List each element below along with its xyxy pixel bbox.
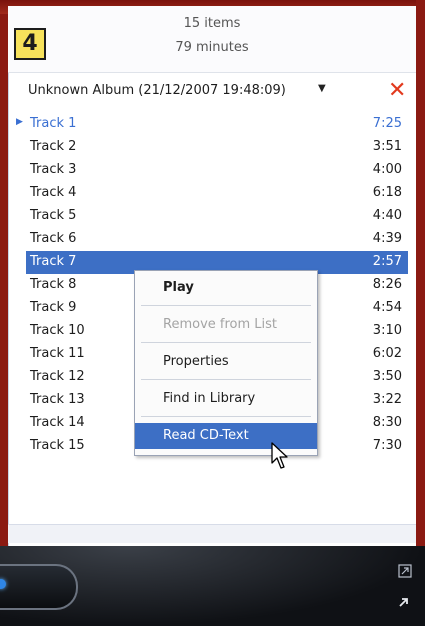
track-row[interactable]: Track 5 4:40 [26, 205, 408, 228]
menu-item-find-in-library[interactable]: Find in Library [135, 386, 317, 412]
track-name: Track 5 [30, 208, 77, 223]
track-name: Track 12 [30, 369, 85, 384]
track-duration: 7:25 [372, 116, 402, 131]
track-duration: 4:40 [372, 208, 402, 223]
track-row[interactable]: Track 4 6:18 [26, 182, 408, 205]
mouse-pointer-icon [271, 442, 288, 469]
track-duration: 3:22 [372, 392, 402, 407]
restore-window-icon[interactable] [398, 564, 414, 580]
track-duration: 3:10 [372, 323, 402, 338]
menu-item-label: Find in Library [163, 391, 256, 406]
track-name: Track 10 [30, 323, 85, 338]
panel-bottom-strip [8, 524, 416, 543]
step-number-badge: 4 [14, 28, 46, 60]
track-name: Track 7 [30, 254, 77, 269]
track-duration: 7:30 [372, 438, 402, 453]
track-duration: 3:50 [372, 369, 402, 384]
track-name: Track 8 [30, 277, 77, 292]
player-controls-bar [0, 546, 425, 626]
track-name: Track 1 [30, 116, 77, 131]
track-name: Track 11 [30, 346, 85, 361]
menu-item-label: Read CD-Text [163, 428, 249, 443]
context-menu: Play Remove from List Properties Find in Li… [134, 270, 318, 456]
playlist-header: 15 items 79 minutes [8, 6, 416, 73]
album-title-dropdown[interactable]: Unknown Album (21/12/2007 19:48:09) [28, 83, 286, 98]
total-minutes: 79 minutes [175, 40, 249, 55]
menu-item-remove-from-list: Remove from List [135, 312, 317, 338]
track-name: Track 6 [30, 231, 77, 246]
track-duration: 6:18 [372, 185, 402, 200]
track-row[interactable]: Track 2 3:51 [26, 136, 408, 159]
track-duration: 2:57 [372, 254, 402, 269]
clear-list-icon[interactable]: ✕ [388, 78, 406, 103]
menu-separator [141, 379, 311, 380]
track-duration: 8:26 [372, 277, 402, 292]
track-name: Track 3 [30, 162, 77, 177]
track-duration: 4:00 [372, 162, 402, 177]
menu-item-properties[interactable]: Properties [135, 349, 317, 375]
track-name: Track 9 [30, 300, 77, 315]
menu-item-label: Play [163, 280, 194, 295]
chevron-down-icon[interactable]: ▼ [318, 83, 326, 94]
track-duration: 6:02 [372, 346, 402, 361]
window-frame-right [416, 0, 425, 546]
playback-controls[interactable] [0, 564, 78, 610]
track-row[interactable]: ▶ Track 1 7:25 [16, 113, 408, 136]
menu-separator [141, 416, 311, 417]
track-name: Track 14 [30, 415, 85, 430]
track-row[interactable]: Track 3 4:00 [26, 159, 408, 182]
menu-item-label: Remove from List [163, 317, 277, 332]
track-name: Track 2 [30, 139, 77, 154]
track-name: Track 4 [30, 185, 77, 200]
switch-to-skin-icon[interactable] [398, 594, 414, 610]
track-row[interactable]: Track 6 4:39 [26, 228, 408, 251]
track-duration: 4:39 [372, 231, 402, 246]
menu-separator [141, 342, 311, 343]
items-count: 15 items [183, 16, 241, 31]
track-duration: 4:54 [372, 300, 402, 315]
track-name: Track 13 [30, 392, 85, 407]
now-playing-icon: ▶ [16, 117, 23, 127]
track-duration: 3:51 [372, 139, 402, 154]
track-name: Track 15 [30, 438, 85, 453]
track-duration: 8:30 [372, 415, 402, 430]
menu-item-play[interactable]: Play [135, 275, 317, 301]
menu-separator [141, 305, 311, 306]
menu-item-label: Properties [163, 354, 229, 369]
album-row: Unknown Album (21/12/2007 19:48:09) ▼ ✕ [18, 78, 410, 104]
